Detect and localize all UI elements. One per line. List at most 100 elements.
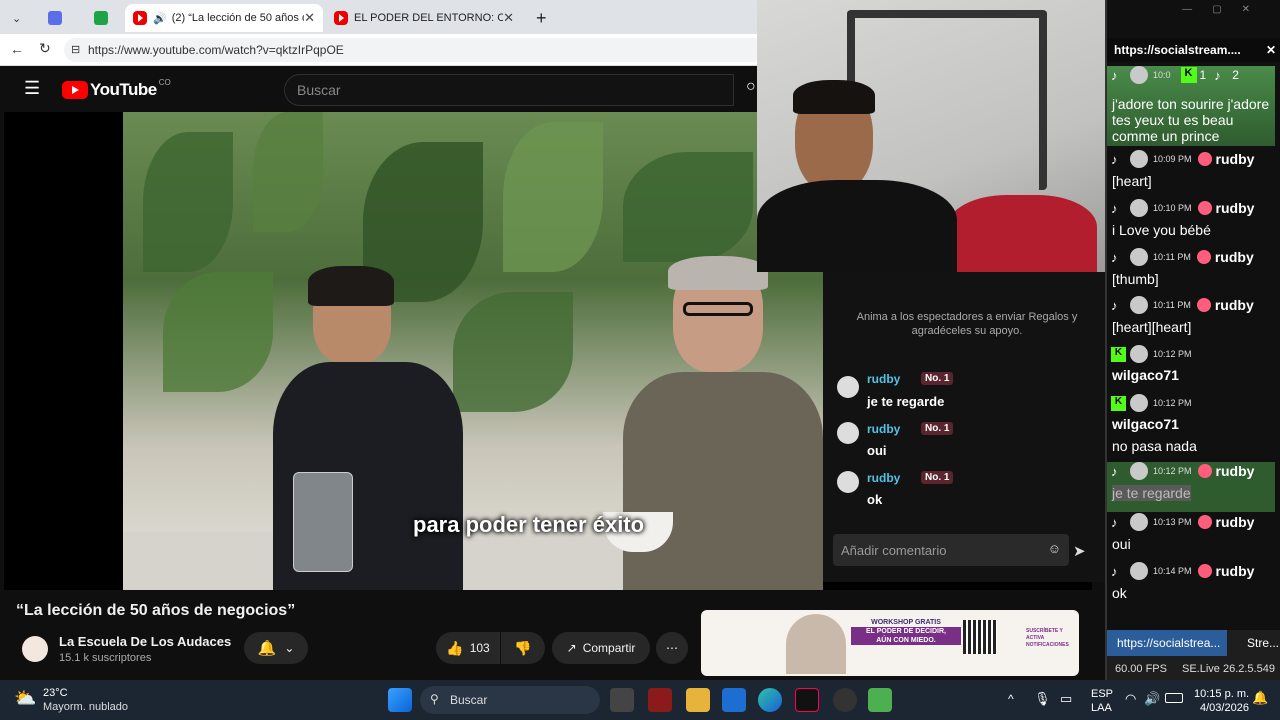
chevron-up-icon[interactable]: ^ [1008,692,1014,706]
wifi-icon[interactable]: ◠ [1125,691,1136,707]
keyboard-layout[interactable]: LAA [1091,702,1112,714]
new-tab-button[interactable]: + [528,4,554,32]
tab-list-button[interactable]: ⌄ [4,4,30,32]
clock-date[interactable]: 4/03/2026 [1200,702,1249,714]
comment-placeholder: Añadir comentario [841,542,947,558]
like-button[interactable]: 👍 103 [436,632,500,664]
youtube-logo[interactable]: YouTube CO [62,77,171,100]
more-icon: ⋯ [666,641,678,655]
tab-label: EL PODER DEL ENTORNO: Cómo l [354,12,504,24]
ad-line3: AÚN CON MIEDO. [851,636,961,645]
search-icon[interactable]: ○ [746,78,756,96]
tiktok-live-icon[interactable] [795,688,819,712]
browser-tab-bar: ⌄ 🔊 (2) “La lección de 50 años de ✕ EL P… [0,0,760,34]
chat-message: rudby No. 1 oui [837,422,1097,466]
more-actions-button[interactable]: ⋯ [656,632,688,664]
taskbar-search[interactable]: ⚲ Buscar [420,686,600,714]
message-meta: ♪ 10:14 PM rudby [1111,562,1254,580]
close-tab-icon[interactable]: ✕ [503,10,514,26]
message-time: 10:14 PM [1153,566,1192,576]
avatar [1130,394,1148,412]
dislike-button[interactable]: 👎 [501,632,545,664]
volume-icon[interactable]: 🔊 [1144,691,1160,707]
reload-icon[interactable]: ↻ [39,40,51,57]
message-username[interactable]: rudby [1215,249,1254,265]
scene-tab-1[interactable]: https://socialstrea... [1107,630,1227,656]
social-stream-icon[interactable] [868,688,892,712]
close-icon[interactable]: ✕ [1266,43,1276,57]
message-username[interactable]: rudby [1216,200,1255,216]
chat-message: K 10:12 PM wilgaco71 no pasa nada [1107,394,1275,454]
message-meta: ♪ 10:0 K 1 ♪ 2 [1111,66,1239,84]
task-view-icon[interactable] [610,688,634,712]
chat-message: K 10:12 PM wilgaco71 [1107,345,1275,391]
message-username[interactable]: rudby [1215,297,1254,313]
weather-temp: 23°C [43,687,68,699]
avatar [1130,562,1148,580]
battery-icon[interactable] [1165,693,1183,703]
chevron-down-icon: ⌄ [284,641,295,655]
weather-icon[interactable]: ⛅ [14,688,36,709]
tiktok-icon: ♪ [1214,67,1221,83]
message-meta: K 10:12 PM [1111,345,1192,363]
search-input[interactable]: Buscar [284,74,734,106]
menu-icon[interactable]: ☰ [24,78,40,99]
channel-name[interactable]: La Escuela De Los Audaces [59,634,231,649]
chat-text: je te regarde [867,394,945,409]
start-icon[interactable] [388,688,412,712]
chat-message: ♪ 10:11 PM rudby [thumb] [1107,248,1275,294]
close-tab-icon[interactable]: ✕ [304,10,315,26]
message-username[interactable]: wilgaco71 [1112,367,1179,383]
tab-youtube-active[interactable]: 🔊 (2) “La lección de 50 años de ✕ [125,4,323,32]
tab-pinned-camera[interactable] [40,4,74,32]
message-meta: ♪ 10:09 PM rudby [1111,150,1254,168]
channel-avatar[interactable] [22,636,48,662]
chat-message: ♪ 10:13 PM rudby oui [1107,513,1275,559]
chat-username[interactable]: rudby [867,372,900,386]
emoji-icon[interactable]: ☺ [1048,541,1061,556]
chat-message: rudby No. 1 je te regarde [837,372,1097,420]
notification-icon[interactable]: 🔔 [1252,690,1268,706]
message-text: i Love you bébé [1112,222,1211,238]
share-button[interactable]: ↗ Compartir [552,632,650,664]
message-meta: ♪ 10:11 PM rudby [1111,296,1254,314]
ad-banner[interactable]: WORKSHOP GRATIS EL PODER DE DECIDIR, AÚN… [701,610,1079,676]
youtube-play-icon [62,81,88,99]
message-username[interactable]: rudby [1216,463,1255,479]
brave-icon[interactable] [648,688,672,712]
tiktok-icon: ♪ [1111,514,1118,530]
store-icon[interactable] [722,688,746,712]
social-stream-window: —▢✕ https://socialstream.... ✕ ♪ 10:0 K … [1105,0,1280,680]
message-text: ok [1112,585,1127,601]
display-icon[interactable]: ▭ [1060,691,1072,707]
ad-line1: WORKSHOP GRATIS [871,619,941,626]
message-username[interactable]: wilgaco71 [1112,416,1179,432]
chat-username[interactable]: rudby [867,471,900,485]
message-username[interactable]: rudby [1216,563,1255,579]
windows-taskbar [0,680,1280,720]
notification-bell-button[interactable]: 🔔 ⌄ [244,632,308,664]
country-code: CO [158,77,171,87]
language-code[interactable]: ESP [1091,688,1113,700]
message-username[interactable]: rudby [1216,514,1255,530]
qr-code-icon [963,620,997,654]
file-explorer-icon[interactable] [686,688,710,712]
clock-time[interactable]: 10:15 p. m. [1194,688,1249,700]
thumbs-down-icon: 👎 [514,639,532,656]
obs-icon[interactable] [833,688,857,712]
message-time: 10:09 PM [1153,154,1192,164]
youtube-icon [133,11,147,25]
chat-username[interactable]: rudby [867,422,900,436]
tab-pinned-app[interactable] [86,4,120,32]
comment-input[interactable]: Añadir comentario ☺ [833,534,1069,566]
tiktok-icon: ♪ [1111,200,1118,216]
tab-youtube-2[interactable]: EL PODER DEL ENTORNO: Cómo l ✕ [326,4,522,32]
microphone-icon[interactable]: 🎙 [1034,691,1051,707]
avatar [837,471,859,493]
scene-tab-2[interactable]: Stre... [1247,630,1280,656]
url-field[interactable]: ⊟ https://www.youtube.com/watch?v=qktzIr… [64,38,764,62]
send-icon[interactable]: ➤ [1073,542,1086,560]
back-icon[interactable]: ← [10,41,24,57]
message-username[interactable]: rudby [1216,151,1255,167]
edge-icon[interactable] [758,688,782,712]
